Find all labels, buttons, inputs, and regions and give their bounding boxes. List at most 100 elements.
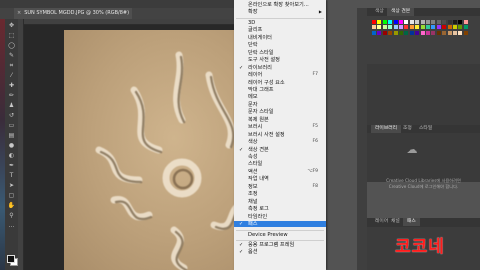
pen-tool-icon[interactable]: ✒ xyxy=(7,162,16,170)
color-swatch[interactable] xyxy=(458,20,463,24)
color-swatch[interactable] xyxy=(377,30,382,35)
menu-item[interactable]: 단락 xyxy=(234,42,326,48)
menu-item[interactable]: 레이어 F7 xyxy=(234,72,326,78)
healing-brush-tool-icon[interactable]: ✚ xyxy=(7,82,16,90)
color-swatch[interactable] xyxy=(399,20,403,24)
menu-item[interactable]: 문자 스타일 xyxy=(234,109,326,115)
color-swatch[interactable] xyxy=(447,25,452,30)
dodge-tool-icon[interactable]: ◐ xyxy=(7,152,16,160)
marquee-tool-icon[interactable]: ⬚ xyxy=(7,32,16,40)
menu-item[interactable]: 단락 스타일 xyxy=(234,50,326,56)
shape-tool-icon[interactable]: ▢ xyxy=(7,192,16,200)
menu-item[interactable]: 복제 원본 xyxy=(234,117,326,123)
color-swatch[interactable] xyxy=(426,30,430,35)
color-swatch[interactable] xyxy=(436,20,441,24)
quick-select-tool-icon[interactable]: ✎ xyxy=(7,52,16,60)
crop-tool-icon[interactable]: ⌗ xyxy=(7,62,16,70)
hand-tool-icon[interactable]: ✋ xyxy=(7,202,16,210)
color-swatch[interactable] xyxy=(388,25,393,30)
color-swatch[interactable] xyxy=(382,30,387,35)
brush-tool-icon[interactable]: ✏ xyxy=(7,92,16,100)
menu-item[interactable]: 레이어 구성 요소 xyxy=(234,80,326,86)
color-swatch[interactable] xyxy=(393,20,398,24)
color-swatch[interactable] xyxy=(404,30,409,35)
menu-item[interactable]: 색상 F6 xyxy=(234,139,326,145)
menu-item[interactable]: 정보 F8 xyxy=(234,184,326,190)
tab-paths[interactable]: 패스 xyxy=(403,218,420,226)
gradient-tool-icon[interactable]: ▤ xyxy=(7,132,16,140)
color-swatch[interactable] xyxy=(399,30,403,35)
color-swatch[interactable] xyxy=(420,30,425,35)
color-swatch[interactable] xyxy=(463,25,468,30)
color-swatch[interactable] xyxy=(388,20,393,24)
path-select-tool-icon[interactable]: ➤ xyxy=(7,182,16,190)
color-swatch[interactable] xyxy=(382,20,387,24)
color-swatch[interactable] xyxy=(404,20,409,24)
color-swatch[interactable] xyxy=(458,25,463,30)
menu-item[interactable]: 스타일 xyxy=(234,161,326,167)
color-swatch[interactable] xyxy=(426,25,430,30)
menu-item[interactable]: 온라인으로 확장 찾아보기... xyxy=(234,2,326,8)
color-swatch[interactable] xyxy=(372,30,376,35)
menu-item[interactable]: 메모 xyxy=(234,94,326,100)
color-swatch[interactable] xyxy=(436,30,441,35)
menu-item[interactable]: ✓ 응용 프로그램 프레임 xyxy=(234,242,326,248)
color-swatch[interactable] xyxy=(372,25,376,30)
color-swatch[interactable] xyxy=(382,25,387,30)
eyedropper-tool-icon[interactable]: ⁄ xyxy=(7,72,16,80)
menu-item[interactable]: 조정 xyxy=(234,191,326,197)
color-swatch[interactable] xyxy=(431,25,436,30)
color-swatch[interactable] xyxy=(420,20,425,24)
menu-item[interactable]: ✓ 색상 견본 xyxy=(234,147,326,153)
tab-adjustments[interactable]: 조정 xyxy=(399,125,416,133)
tab-close-icon[interactable]: × xyxy=(17,10,21,16)
menu-item[interactable]: 속성 xyxy=(234,154,326,160)
color-swatch[interactable] xyxy=(458,30,463,35)
more-tools-icon[interactable]: ··· xyxy=(7,224,16,232)
menu-item[interactable]: 측정 로그 xyxy=(234,206,326,212)
color-swatch[interactable] xyxy=(393,25,398,30)
color-swatch[interactable] xyxy=(399,25,403,30)
type-tool-icon[interactable]: T xyxy=(7,172,16,180)
menu-item[interactable]: 타임라인 xyxy=(234,214,326,220)
menu-item[interactable]: ✓ 라이브러리 xyxy=(234,65,326,71)
clone-stamp-tool-icon[interactable]: ♟ xyxy=(7,102,16,110)
tab-channels[interactable]: 채널 xyxy=(387,218,404,226)
document-tab[interactable]: × SUN SYMBOL MGDD.JPG @ 30% (RGB/8#) xyxy=(14,8,132,19)
color-swatch[interactable] xyxy=(420,25,425,30)
lasso-tool-icon[interactable]: ◯ xyxy=(7,42,16,50)
menu-item[interactable]: Device Preview xyxy=(234,232,326,238)
zoom-tool-icon[interactable]: ⚲ xyxy=(7,212,16,220)
color-swatch[interactable] xyxy=(442,20,447,24)
menu-item[interactable]: 확장 ▶ xyxy=(234,9,326,15)
color-swatch[interactable] xyxy=(463,30,468,35)
color-swatch[interactable] xyxy=(431,20,436,24)
blur-tool-icon[interactable]: ● xyxy=(7,142,16,150)
menu-item[interactable]: ✓ 패스 xyxy=(234,221,326,228)
color-swatch[interactable] xyxy=(409,30,414,35)
color-swatch[interactable] xyxy=(377,25,382,30)
color-swatch[interactable] xyxy=(447,20,452,24)
color-swatch[interactable] xyxy=(463,20,468,24)
menu-item[interactable]: ✓ 옵션 xyxy=(234,249,326,255)
tab-libraries[interactable]: 라이브러리 xyxy=(371,125,402,133)
menu-item[interactable]: 막대 그래프 xyxy=(234,87,326,93)
history-brush-tool-icon[interactable]: ↺ xyxy=(7,112,16,120)
color-swatch[interactable] xyxy=(453,30,457,35)
color-swatch[interactable] xyxy=(404,25,409,30)
foreground-color-swatch[interactable] xyxy=(7,255,15,263)
menu-item[interactable]: 도구 사전 설정 xyxy=(234,57,326,63)
color-swatch[interactable] xyxy=(453,20,457,24)
color-swatch[interactable] xyxy=(393,30,398,35)
color-swatch[interactable] xyxy=(372,20,376,24)
color-swatch[interactable] xyxy=(431,30,436,35)
color-swatch[interactable] xyxy=(436,25,441,30)
tab-styles[interactable]: 스타일 xyxy=(415,125,436,133)
color-swatch[interactable] xyxy=(442,25,447,30)
menu-item[interactable]: 글리프 xyxy=(234,27,326,33)
menu-item[interactable]: 브러시 사전 설정 xyxy=(234,132,326,138)
menu-item[interactable]: 브러시 F5 xyxy=(234,124,326,130)
color-swatch[interactable] xyxy=(388,30,393,35)
color-swatch[interactable] xyxy=(453,25,457,30)
menu-item[interactable]: 3D xyxy=(234,20,326,26)
